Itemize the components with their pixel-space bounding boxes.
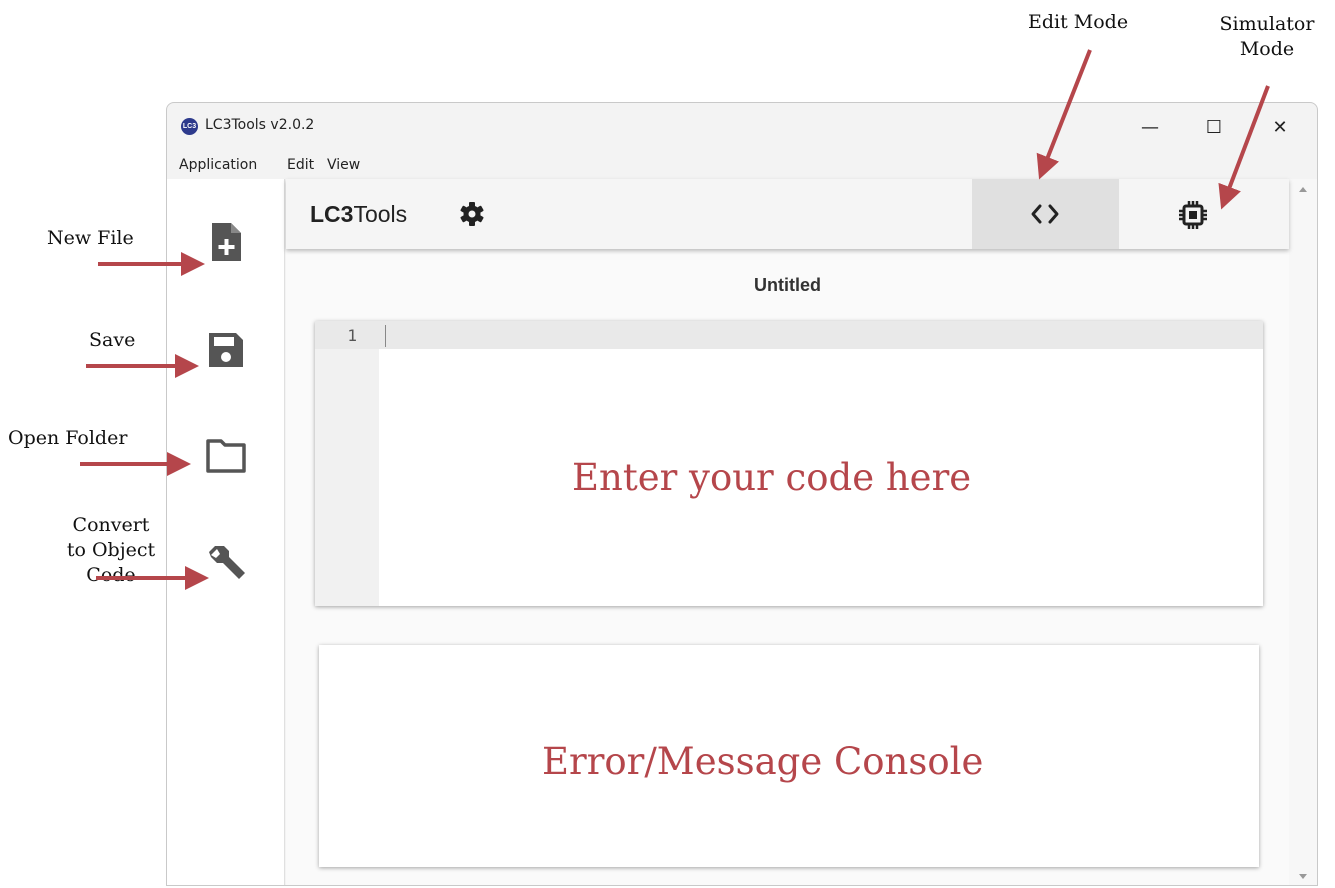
settings-button[interactable] [459, 201, 485, 227]
editor-gutter [315, 321, 379, 606]
scroll-up-arrow-icon[interactable] [1299, 187, 1307, 192]
sidebar [167, 179, 285, 885]
open-folder-icon [206, 439, 246, 473]
simulator-mode-button[interactable] [1119, 179, 1266, 249]
open-folder-button[interactable] [203, 432, 249, 478]
window-title: LC3Tools v2.0.2 [205, 117, 315, 133]
annotation-simulator-line2: Mode [1239, 38, 1295, 60]
scroll-down-arrow-icon[interactable] [1299, 874, 1307, 879]
annotation-simulator-line1: Simulator [1219, 13, 1315, 35]
annotation-convert: Convert to Object Code [56, 513, 166, 588]
menu-bar: Application Edit View [167, 151, 1317, 179]
convert-object-code-button[interactable] [203, 541, 249, 587]
annotation-open-folder: Open Folder [8, 427, 128, 449]
annotation-new-file: New File [47, 227, 134, 249]
vertical-scrollbar[interactable] [1289, 179, 1317, 885]
annotation-convert-line1: Convert [72, 514, 150, 536]
edit-mode-button[interactable] [972, 179, 1119, 249]
top-toolbar: LC3Tools [286, 179, 1289, 249]
gear-icon [460, 202, 484, 226]
new-file-icon [212, 223, 241, 261]
maximize-button[interactable]: ☐ [1191, 111, 1237, 145]
annotation-convert-line3: Code [86, 564, 136, 586]
menu-view[interactable]: View [327, 157, 360, 173]
annotation-simulator-mode: Simulator Mode [1208, 12, 1326, 62]
chip-icon [1179, 201, 1207, 229]
app-logo-icon: LC3 [181, 118, 198, 135]
brand-rest: Tools [353, 201, 408, 227]
title-bar: LC3 LC3Tools v2.0.2 — ☐ ✕ [167, 103, 1317, 151]
menu-edit[interactable]: Edit [287, 157, 314, 173]
brand-logo: LC3Tools [310, 201, 407, 228]
annotation-convert-line2: to Object [66, 539, 156, 561]
close-button[interactable]: ✕ [1257, 111, 1303, 145]
brand-bold: LC3 [310, 201, 354, 227]
line-number: 1 [347, 326, 357, 345]
annotation-save: Save [89, 329, 136, 351]
save-button[interactable] [203, 327, 249, 373]
annotation-edit-mode: Edit Mode [1028, 11, 1129, 33]
menu-application[interactable]: Application [179, 157, 257, 173]
wrench-icon [209, 546, 245, 579]
save-icon [209, 333, 243, 367]
console-overlay-label: Error/Message Console [542, 740, 984, 783]
minimize-button[interactable]: — [1127, 111, 1173, 145]
file-title: Untitled [754, 275, 821, 295]
new-file-button[interactable] [203, 219, 249, 265]
editor-overlay-label: Enter your code here [572, 456, 972, 499]
code-brackets-icon [1031, 204, 1059, 224]
